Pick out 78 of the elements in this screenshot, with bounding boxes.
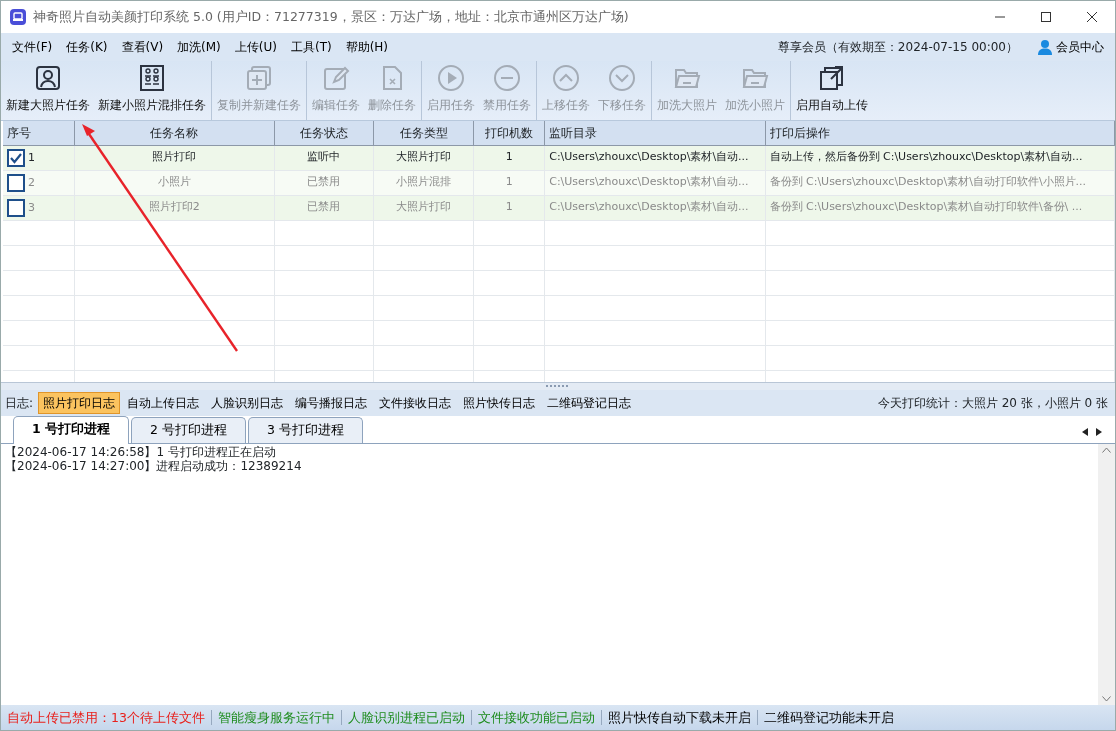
table-cell: 3	[28, 200, 35, 214]
maximize-icon	[1040, 11, 1052, 23]
log-tab[interactable]: 编号播报日志	[290, 392, 373, 414]
log-tab[interactable]: 文件接收日志	[374, 392, 457, 414]
minus-circle-icon	[493, 64, 521, 92]
table-cell: 备份到 C:\Users\zhouxc\Desktop\素材\自动打印软件\备份\ ...	[765, 195, 1115, 220]
menu-item[interactable]: 加洗(M)	[170, 36, 228, 58]
toolbar-button[interactable]: 新建大照片任务	[2, 61, 94, 120]
scroll-left-icon	[1081, 427, 1089, 437]
table-cell: 已禁用	[274, 195, 374, 220]
log-tab[interactable]: 照片打印日志	[38, 392, 121, 414]
status-text: 照片快传自动下载未开启	[601, 710, 758, 725]
scroll-down-icon	[1102, 696, 1111, 702]
play-icon	[437, 64, 465, 92]
status-text: 人脸识别进程已启动	[341, 710, 472, 725]
menu-item[interactable]: 文件(F)	[5, 36, 60, 58]
edit-icon	[322, 64, 350, 92]
process-tab[interactable]: 2 号打印进程	[131, 417, 246, 443]
table-cell: 备份到 C:\Users\zhouxc\Desktop\素材\自动打印软件\小照片...	[765, 170, 1115, 195]
log-tab[interactable]: 二维码登记日志	[542, 392, 637, 414]
column-header[interactable]: 任务类型	[373, 121, 474, 145]
close-icon	[1086, 11, 1098, 23]
table-cell: 2	[28, 175, 35, 189]
log-tab[interactable]: 照片快传日志	[458, 392, 541, 414]
process-tab[interactable]: 1 号打印进程	[13, 416, 130, 444]
log-line: 【2024-06-17 14:27:00】进程启动成功：12389214	[5, 459, 303, 473]
table-cell: 自动上传，然后备份到 C:\Users\zhouxc\Desktop\素材\自动...	[765, 145, 1115, 170]
column-header[interactable]: 打印后操作	[765, 121, 1115, 145]
app-logo-icon	[9, 8, 27, 26]
log-label: 日志:	[5, 395, 34, 412]
table-cell: 大照片打印	[373, 195, 474, 220]
column-header[interactable]: 序号	[3, 121, 75, 145]
status-text: 文件接收功能已启动	[471, 710, 602, 725]
membership-status: 尊享会员（有效期至：2024-07-15 00:00）	[777, 39, 1018, 56]
table-cell: 已禁用	[274, 170, 374, 195]
column-header[interactable]: 任务状态	[274, 121, 374, 145]
toolbar-button[interactable]: 启用自动上传	[792, 61, 872, 120]
column-header[interactable]: 打印机数	[473, 121, 545, 145]
table-cell: 小照片	[74, 170, 275, 195]
menu-item[interactable]: 帮助(H)	[338, 36, 396, 58]
menu-item[interactable]: 上传(U)	[227, 36, 284, 58]
process-tab[interactable]: 3 号打印进程	[248, 417, 363, 443]
table-cell: C:\Users\zhouxc\Desktop\素材\自动...	[544, 170, 765, 195]
table-cell: 1	[28, 150, 35, 164]
share-icon	[818, 64, 846, 92]
table-cell: 照片打印	[74, 145, 275, 170]
status-text: 二维码登记功能未开启	[762, 710, 895, 725]
table-cell: 小照片混排	[373, 170, 474, 195]
status-text: 智能瘦身服务运行中	[211, 710, 342, 725]
down-circle-icon	[608, 64, 636, 92]
copy-plus-icon	[245, 64, 273, 92]
people-grid-icon	[138, 64, 166, 92]
log-tab[interactable]: 人脸识别日志	[206, 392, 289, 414]
table-cell: C:\Users\zhouxc\Desktop\素材\自动...	[544, 145, 765, 170]
menu-item[interactable]: 工具(T)	[283, 36, 339, 58]
log-line: 【2024-06-17 14:26:58】1 号打印进程正在启动	[5, 445, 277, 459]
user-icon	[1037, 39, 1053, 55]
vertical-scrollbar[interactable]	[1098, 444, 1115, 705]
scroll-right-icon	[1095, 427, 1103, 437]
column-header[interactable]: 任务名称	[74, 121, 275, 145]
table-cell: 照片打印2	[74, 195, 275, 220]
window-title: 神奇照片自动美颜打印系统 5.0 (用户ID：71277319，景区：万达广场，地址：北京市通州区万达广场)	[33, 7, 629, 26]
splitter-grip-icon	[546, 384, 570, 388]
toolbar-button[interactable]: 新建小照片混排任务	[94, 61, 210, 120]
column-header[interactable]: 监听目录	[544, 121, 765, 145]
table-cell: C:\Users\zhouxc\Desktop\素材\自动...	[544, 195, 765, 220]
status-text: 自动上传已禁用：13个待上传文件	[1, 710, 212, 725]
up-circle-icon	[552, 64, 580, 92]
menu-item[interactable]: 查看(V)	[114, 36, 171, 58]
table-cell: 监听中	[274, 145, 374, 170]
scroll-up-icon	[1102, 447, 1111, 453]
log-tab[interactable]: 自动上传日志	[122, 392, 205, 414]
table-cell: 大照片打印	[373, 145, 474, 170]
member-center-button[interactable]: 会员中心	[1030, 36, 1111, 58]
menu-item[interactable]: 任务(K)	[59, 36, 115, 58]
portrait-icon	[34, 64, 62, 92]
checkbox[interactable]	[7, 148, 25, 167]
print-statistics: 今天打印统计：大照片 20 张，小照片 0 张	[877, 395, 1108, 412]
